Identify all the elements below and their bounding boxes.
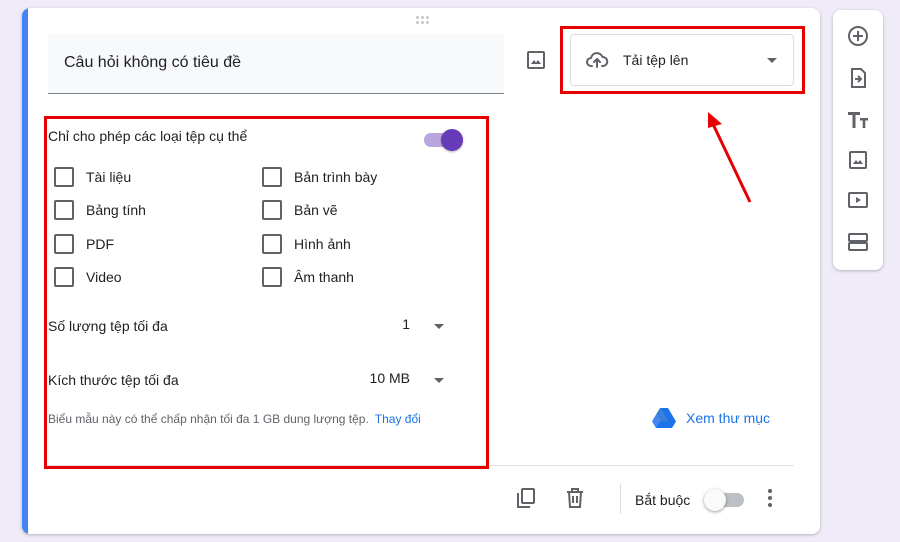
title-text-icon	[848, 112, 868, 128]
image-icon	[849, 151, 867, 169]
video-icon	[848, 192, 868, 208]
annotation-box-type-select	[560, 26, 805, 94]
duplicate-button[interactable]	[514, 486, 538, 510]
required-toggle[interactable]	[704, 488, 746, 512]
import-questions-button[interactable]	[846, 66, 870, 90]
import-question-icon	[851, 68, 866, 88]
add-question-button[interactable]	[846, 24, 870, 48]
question-title-text: Câu hỏi không có tiêu đề	[64, 54, 242, 71]
card-accent-bar	[22, 8, 28, 534]
add-title-button[interactable]	[846, 108, 870, 132]
question-title-input[interactable]: Câu hỏi không có tiêu đề	[48, 34, 504, 94]
annotation-arrow-icon	[708, 112, 752, 203]
toggle-thumb	[704, 489, 726, 511]
copy-icon	[517, 488, 535, 508]
google-drive-icon	[652, 408, 676, 428]
add-circle-icon	[848, 26, 868, 46]
add-image-button[interactable]	[524, 48, 548, 72]
annotation-box-settings	[44, 116, 489, 469]
add-image-toolbar-button[interactable]	[846, 148, 870, 172]
section-icon	[848, 233, 868, 251]
trash-icon	[567, 488, 583, 508]
drag-handle-icon[interactable]	[412, 16, 432, 28]
delete-button[interactable]	[563, 486, 587, 510]
add-video-button[interactable]	[846, 188, 870, 212]
view-folder-label: Xem thư mục	[686, 410, 771, 426]
view-folder-link[interactable]: Xem thư mục	[652, 408, 770, 428]
add-section-button[interactable]	[846, 230, 870, 254]
footer-separator	[620, 484, 621, 514]
more-vert-icon	[768, 489, 772, 507]
more-options-button[interactable]	[758, 486, 782, 510]
required-label: Bắt buộc	[635, 492, 691, 508]
side-toolbar	[833, 10, 883, 270]
image-icon	[527, 51, 545, 69]
